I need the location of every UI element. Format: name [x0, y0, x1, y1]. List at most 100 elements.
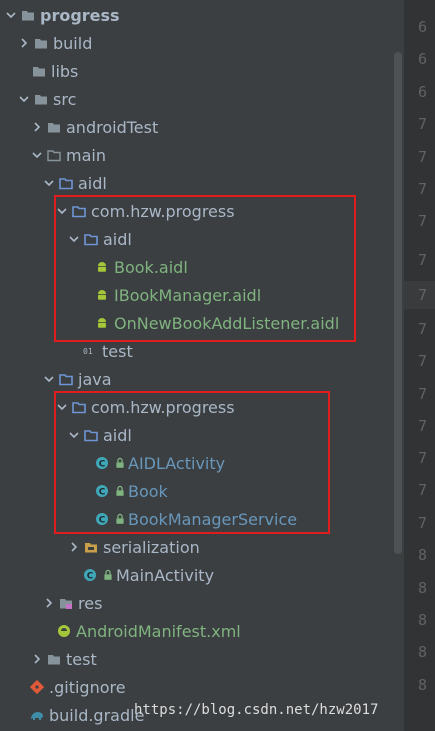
line-number: 6 — [418, 50, 428, 68]
lock-icon — [114, 511, 126, 527]
line-number: 7 — [418, 148, 428, 166]
lock-icon — [114, 483, 126, 499]
tree-row-java[interactable]: java — [42, 365, 435, 393]
tree-label-aidl-subfolder: aidl — [103, 229, 132, 249]
line-number: 7 — [418, 352, 428, 370]
project-tree: progress build libs src androidTest main… — [0, 0, 404, 731]
tree-row-book-class[interactable]: C Book — [94, 477, 435, 505]
class-icon: C — [82, 567, 98, 583]
tree-label-listener-aidl: OnNewBookAddListener.aidl — [114, 313, 340, 333]
android-file-icon — [94, 287, 110, 303]
tree-row-manifest[interactable]: AndroidManifest.xml — [56, 617, 435, 645]
tree-label-aidl-package: com.hzw.progress — [91, 201, 235, 221]
chevron-down-icon[interactable] — [4, 10, 18, 20]
package-folder-icon — [83, 539, 99, 555]
tree-row-res[interactable]: res — [42, 589, 435, 617]
tree-row-serialization[interactable]: serialization — [67, 533, 435, 561]
lock-icon — [114, 455, 126, 471]
line-number: 7 — [418, 417, 428, 435]
line-number: 7 — [418, 212, 428, 230]
tree-row-src[interactable]: src — [17, 85, 421, 113]
lock-icon — [102, 567, 114, 583]
tree-row-aidl-package[interactable]: com.hzw.progress — [55, 197, 435, 225]
tree-label-aidlactivity: AIDLActivity — [128, 453, 226, 473]
chevron-down-icon[interactable] — [42, 374, 56, 384]
chevron-down-icon[interactable] — [55, 206, 69, 216]
tree-row-aidl[interactable]: aidl — [42, 169, 435, 197]
tree-label-java-package: com.hzw.progress — [91, 397, 235, 417]
tree-row-book-aidl[interactable]: Book.aidl — [94, 253, 435, 281]
tree-row-java-package[interactable]: com.hzw.progress — [55, 393, 435, 421]
chevron-down-icon[interactable] — [67, 430, 81, 440]
package-folder-icon — [83, 231, 99, 247]
line-number: 7 — [418, 481, 428, 499]
tree-row-aidlactivity[interactable]: C AIDLActivity — [94, 449, 435, 477]
scrollbar[interactable] — [394, 52, 402, 554]
svg-text:C: C — [99, 459, 106, 469]
tree-label-androidtest: androidTest — [66, 117, 159, 137]
tree-label-manifest: AndroidManifest.xml — [76, 621, 241, 641]
line-number: 8 — [418, 579, 428, 597]
tree-row-bookmanagerservice[interactable]: C BookManagerService — [94, 505, 435, 533]
line-number: 8 — [418, 611, 428, 629]
tree-label-mainactivity: MainActivity — [116, 565, 215, 585]
svg-text:C: C — [99, 515, 106, 525]
line-number: 8 — [418, 643, 428, 661]
chevron-right-icon[interactable] — [67, 542, 81, 552]
svg-text:C: C — [99, 487, 106, 497]
class-icon: C — [94, 483, 110, 499]
watermark: https://blog.csdn.net/hzw2017 — [134, 702, 379, 718]
package-folder-icon — [71, 203, 87, 219]
tree-row-listener-aidl[interactable]: OnNewBookAddListener.aidl — [94, 309, 435, 337]
folder-icon — [20, 7, 36, 23]
tree-label-build: build — [53, 33, 93, 53]
chevron-right-icon[interactable] — [30, 122, 44, 132]
line-number: 7 — [418, 180, 428, 198]
tree-label-progress: progress — [40, 5, 120, 25]
chevron-down-icon[interactable] — [30, 150, 44, 160]
android-manifest-icon — [56, 623, 72, 639]
folder-icon — [46, 147, 62, 163]
folder-icon — [46, 119, 62, 135]
chevron-right-icon[interactable] — [17, 38, 31, 48]
tree-row-androidtest[interactable]: androidTest — [30, 113, 434, 141]
git-icon — [29, 679, 45, 695]
chevron-right-icon[interactable] — [30, 654, 44, 664]
line-number: 6 — [418, 18, 428, 36]
class-icon: C — [94, 455, 110, 471]
tree-row-test-dir[interactable]: test — [30, 645, 434, 673]
tree-row-aidl-subfolder[interactable]: aidl — [67, 225, 435, 253]
line-number: 8 — [418, 676, 428, 694]
line-number: 7 — [418, 286, 428, 304]
tree-row-main[interactable]: main — [30, 141, 434, 169]
folder-icon — [33, 91, 49, 107]
tree-row-gitignore[interactable]: .gitignore — [29, 673, 433, 701]
tree-label-java-aidl: aidl — [103, 425, 132, 445]
tree-label-serialization: serialization — [103, 537, 200, 557]
tree-label-test-dir: test — [66, 649, 97, 669]
chevron-down-icon[interactable] — [42, 178, 56, 188]
tree-label-libs: libs — [51, 61, 79, 81]
line-number: 7 — [418, 385, 428, 403]
tree-row-libs[interactable]: libs — [31, 57, 435, 85]
chevron-down-icon[interactable] — [67, 234, 81, 244]
package-folder-icon — [58, 175, 74, 191]
chevron-down-icon[interactable] — [17, 94, 31, 104]
svg-text:C: C — [87, 571, 94, 581]
tree-row-mainactivity[interactable]: C MainActivity — [82, 561, 435, 589]
tree-row-ibookmanager-aidl[interactable]: IBookManager.aidl — [94, 281, 435, 309]
chevron-right-icon[interactable] — [42, 598, 56, 608]
tree-label-res: res — [78, 593, 103, 613]
resource-folder-icon — [58, 595, 74, 611]
chevron-down-icon[interactable] — [55, 402, 69, 412]
tree-row-test-file[interactable]: 01 test — [82, 337, 435, 365]
tree-row-progress[interactable]: progress — [4, 1, 408, 29]
class-icon: C — [94, 511, 110, 527]
tree-row-java-aidl[interactable]: aidl — [67, 421, 435, 449]
tree-row-build[interactable]: build — [17, 29, 421, 57]
svg-text:01: 01 — [83, 347, 93, 356]
binary-file-icon: 01 — [82, 343, 98, 359]
tree-label-ibookmanager-aidl: IBookManager.aidl — [114, 285, 262, 305]
line-number: 8 — [418, 546, 428, 564]
package-folder-icon — [71, 399, 87, 415]
